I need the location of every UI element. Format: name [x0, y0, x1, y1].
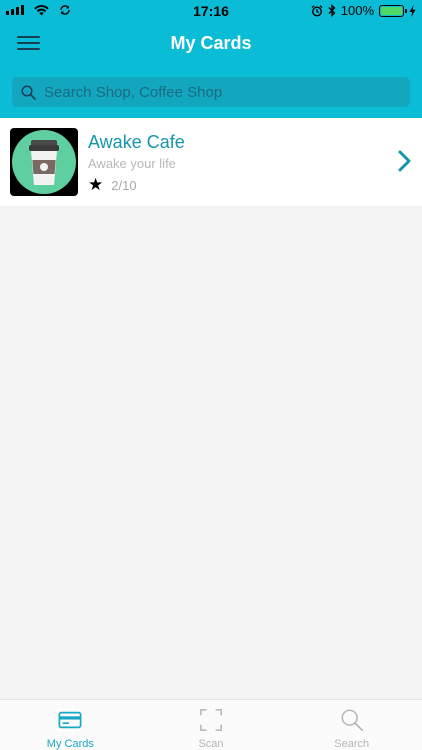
- card-icon: [58, 711, 82, 729]
- status-bar: 17:16 100%: [0, 0, 422, 22]
- card-shop-name: Awake Cafe: [88, 132, 185, 152]
- alarm-icon: [311, 4, 323, 17]
- card-list-item[interactable]: Awake Cafe Awake your life ★ 2/10: [0, 118, 422, 206]
- tab-label: Scan: [198, 738, 224, 750]
- chevron-right-icon[interactable]: [398, 150, 412, 172]
- card-stamp-progress: ★ 2/10: [88, 175, 137, 195]
- charging-bolt-icon: [409, 4, 416, 17]
- scan-frame-icon: [200, 709, 222, 731]
- page-title: My Cards: [170, 33, 252, 53]
- stamp-count: 2/10: [111, 177, 137, 193]
- star-icon: ★: [88, 175, 104, 194]
- coffee-cup-icon: [12, 130, 76, 194]
- search-field[interactable]: [12, 77, 410, 107]
- tab-scan[interactable]: Scan: [141, 700, 282, 750]
- search-icon: [21, 84, 36, 100]
- search-icon: [341, 709, 363, 731]
- tab-label: Search: [334, 738, 370, 750]
- shop-thumbnail: [10, 128, 78, 196]
- tab-my-cards[interactable]: My Cards: [0, 700, 141, 750]
- battery-icon: [379, 4, 407, 17]
- search-input[interactable]: [44, 83, 410, 101]
- search-bar: [0, 64, 422, 118]
- battery-percent: 100%: [340, 3, 374, 18]
- tab-bar: My Cards Scan Search: [0, 699, 422, 750]
- bluetooth-icon: [328, 4, 336, 17]
- nav-bar: My Cards: [0, 22, 422, 64]
- card-subtitle: Awake your life: [88, 156, 176, 171]
- tab-label: My Cards: [46, 738, 94, 750]
- tab-search[interactable]: Search: [281, 700, 422, 750]
